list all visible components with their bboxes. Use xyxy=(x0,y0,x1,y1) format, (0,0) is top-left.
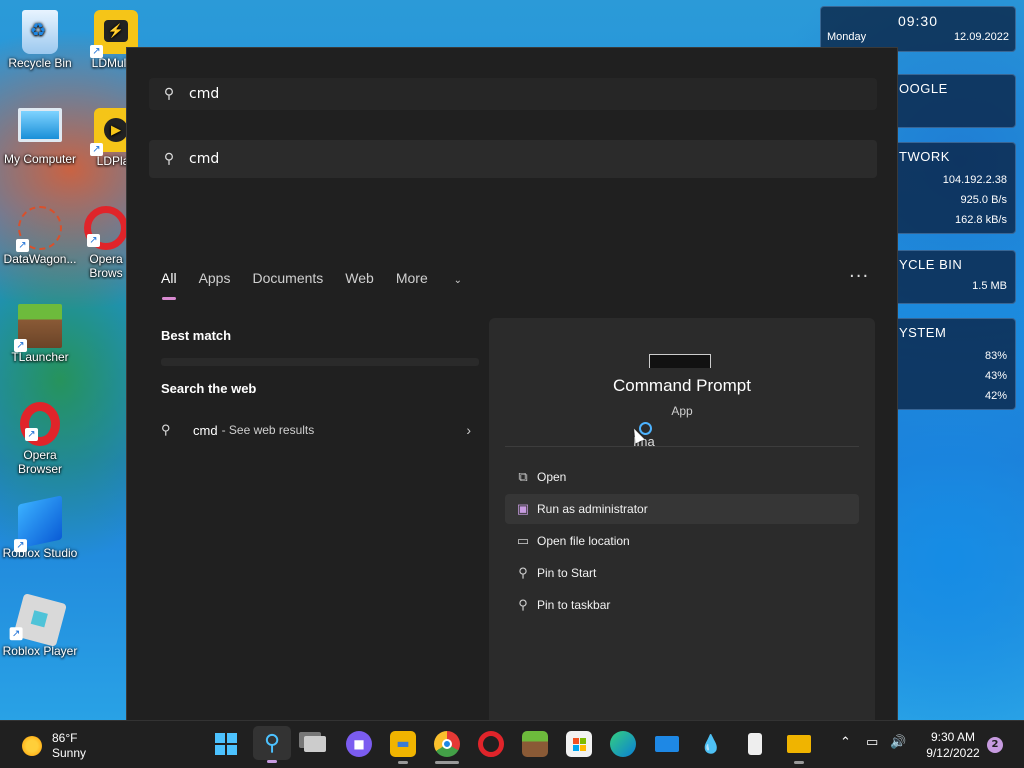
weather-temp: 86°F xyxy=(52,731,78,745)
windows-logo-icon xyxy=(215,733,237,755)
action-run-as-administrator[interactable]: ▣ Run as administrator xyxy=(505,494,859,524)
open-icon: ⧉ xyxy=(518,469,528,484)
search-web-label: Search the web xyxy=(161,381,257,396)
notification-badge[interactable]: 2 xyxy=(987,737,1003,753)
desktop-icon-recycle-bin[interactable]: ♻ Recycle Bin xyxy=(0,10,80,70)
drop-icon: 💧 xyxy=(699,733,723,755)
action-pin-to-start[interactable]: ⚲ Pin to Start xyxy=(505,558,859,588)
folder-icon xyxy=(787,735,811,753)
best-match-label: Best match xyxy=(161,328,232,343)
web-result-item[interactable]: ⚲ cmd - See web results › xyxy=(161,416,471,444)
app-name: Command Prompt xyxy=(613,376,751,395)
widget-date: 12.09.2022 xyxy=(953,31,1009,43)
volume-icon[interactable]: 🔊 xyxy=(890,735,906,750)
opera-icon: ↗ xyxy=(84,206,128,250)
taskbar-clock[interactable]: 9:30 AM 9/12/2022 xyxy=(918,729,988,761)
search-icon: ⚲ xyxy=(161,422,171,437)
taskbar-app-drop[interactable]: 💧 xyxy=(698,731,724,757)
taskbar-store[interactable] xyxy=(566,731,592,757)
search-query-top: cmd xyxy=(189,86,220,102)
taskbar-chat[interactable]: ■ xyxy=(346,731,372,757)
web-result-suffix: - See web results xyxy=(221,423,315,437)
desktop-icon-my-computer[interactable]: My Computer xyxy=(0,108,80,166)
desktop-icon-tlauncher[interactable]: ↗ TLauncher xyxy=(0,304,80,364)
widget-time: 09:30 xyxy=(897,13,939,29)
start-button[interactable] xyxy=(213,731,239,757)
search-icon: ⚲ xyxy=(163,151,175,167)
action-pin-to-taskbar[interactable]: ⚲ Pin to taskbar xyxy=(505,590,859,620)
pin-icon: ⚲ xyxy=(518,565,528,580)
search-icon: ⚲ xyxy=(163,86,175,102)
desktop-icon-datawagon[interactable]: ↗ DataWagon... xyxy=(0,206,80,266)
clock-widget: 09:30 Monday 12.09.2022 xyxy=(820,6,1016,52)
start-search-panel: ⚲ cmd ⚲ cmd All Apps Documents Web More … xyxy=(126,47,898,721)
tab-documents[interactable]: Documents xyxy=(252,270,323,286)
phone-icon xyxy=(748,733,762,755)
pin-icon: ⚲ xyxy=(518,597,528,612)
taskbar-mail[interactable] xyxy=(654,731,680,757)
taskbar-explorer-pinned[interactable] xyxy=(786,731,812,764)
taskbar-opera[interactable] xyxy=(478,731,504,757)
tab-web[interactable]: Web xyxy=(345,270,374,286)
tab-all[interactable]: All xyxy=(161,270,177,300)
best-match-placeholder xyxy=(161,358,479,366)
search-input[interactable]: ⚲ cmd xyxy=(149,140,877,178)
taskbar-chrome[interactable] xyxy=(434,731,460,764)
monitor-icon xyxy=(18,108,62,142)
shield-icon: ▣ xyxy=(516,501,530,516)
weather-widget[interactable]: 86°F Sunny xyxy=(22,731,86,761)
desktop-icon-roblox-studio[interactable]: ↗ Roblox Studio xyxy=(0,495,80,560)
chat-icon: ■ xyxy=(353,737,365,751)
widget-day: Monday xyxy=(827,31,867,43)
taskbar-app-phone[interactable] xyxy=(742,731,768,757)
result-detail-pane: Command Prompt App Ima ⧉ Open ▣ Run as a… xyxy=(489,318,875,721)
tab-more[interactable]: More ⌄ xyxy=(396,270,484,286)
search-box-top[interactable]: ⚲ cmd xyxy=(149,78,877,110)
chevron-down-icon: ⌄ xyxy=(453,275,463,286)
taskbar-search-button[interactable]: ⚲ xyxy=(253,726,291,763)
folder-icon: ▬ xyxy=(396,736,410,752)
roblox-player-icon: ↗ xyxy=(9,593,67,647)
desktop-icon-opera-browser[interactable]: ↗ Opera Browser xyxy=(0,402,80,476)
taskbar-file-explorer[interactable]: ▬ xyxy=(390,731,416,764)
task-view-button[interactable] xyxy=(302,731,328,757)
command-prompt-icon xyxy=(649,354,711,368)
chevron-right-icon: › xyxy=(466,422,471,438)
opera-icon: ↗ xyxy=(20,402,60,446)
sun-icon xyxy=(22,736,42,756)
app-type: App xyxy=(671,404,693,418)
search-query: cmd xyxy=(189,151,220,167)
taskbar-tlauncher[interactable] xyxy=(522,731,548,757)
action-open[interactable]: ⧉ Open xyxy=(505,462,859,492)
weather-condition: Sunny xyxy=(52,746,87,760)
grass-block-icon: ↗ xyxy=(14,304,62,352)
show-hidden-icons-chevron-icon[interactable]: ⌃ xyxy=(840,735,851,750)
web-result-term: cmd xyxy=(193,422,218,438)
network-icon[interactable]: ▭ xyxy=(866,735,878,750)
recycle-bin-icon: ♻ xyxy=(22,10,58,54)
task-view-icon xyxy=(304,736,326,752)
search-filter-tabs: All Apps Documents Web More ⌄ xyxy=(161,270,506,300)
taskbar-edge[interactable] xyxy=(610,731,636,757)
store-icon xyxy=(572,737,586,751)
action-open-file-location[interactable]: ▭ Open file location xyxy=(505,526,859,556)
taskbar: 86°F Sunny ⚲ ■ ▬ 💧 ⌃ ▭ 🔊 9:30 AM 9/12/20… xyxy=(0,720,1024,768)
datawagon-icon: ↗ xyxy=(16,206,62,252)
tab-apps[interactable]: Apps xyxy=(199,270,231,286)
taskbar-date: 9/12/2022 xyxy=(926,746,980,760)
taskbar-time: 9:30 AM xyxy=(930,730,976,744)
folder-icon: ▭ xyxy=(516,533,530,548)
more-options-icon[interactable]: ··· xyxy=(849,266,869,287)
desktop-icon-roblox-player[interactable]: ↗ Roblox Player xyxy=(0,593,80,658)
mail-icon xyxy=(655,736,679,752)
search-icon: ⚲ xyxy=(263,730,281,756)
roblox-studio-icon: ↗ xyxy=(14,495,62,553)
detail-divider xyxy=(505,446,859,447)
chrome-icon xyxy=(442,739,452,749)
